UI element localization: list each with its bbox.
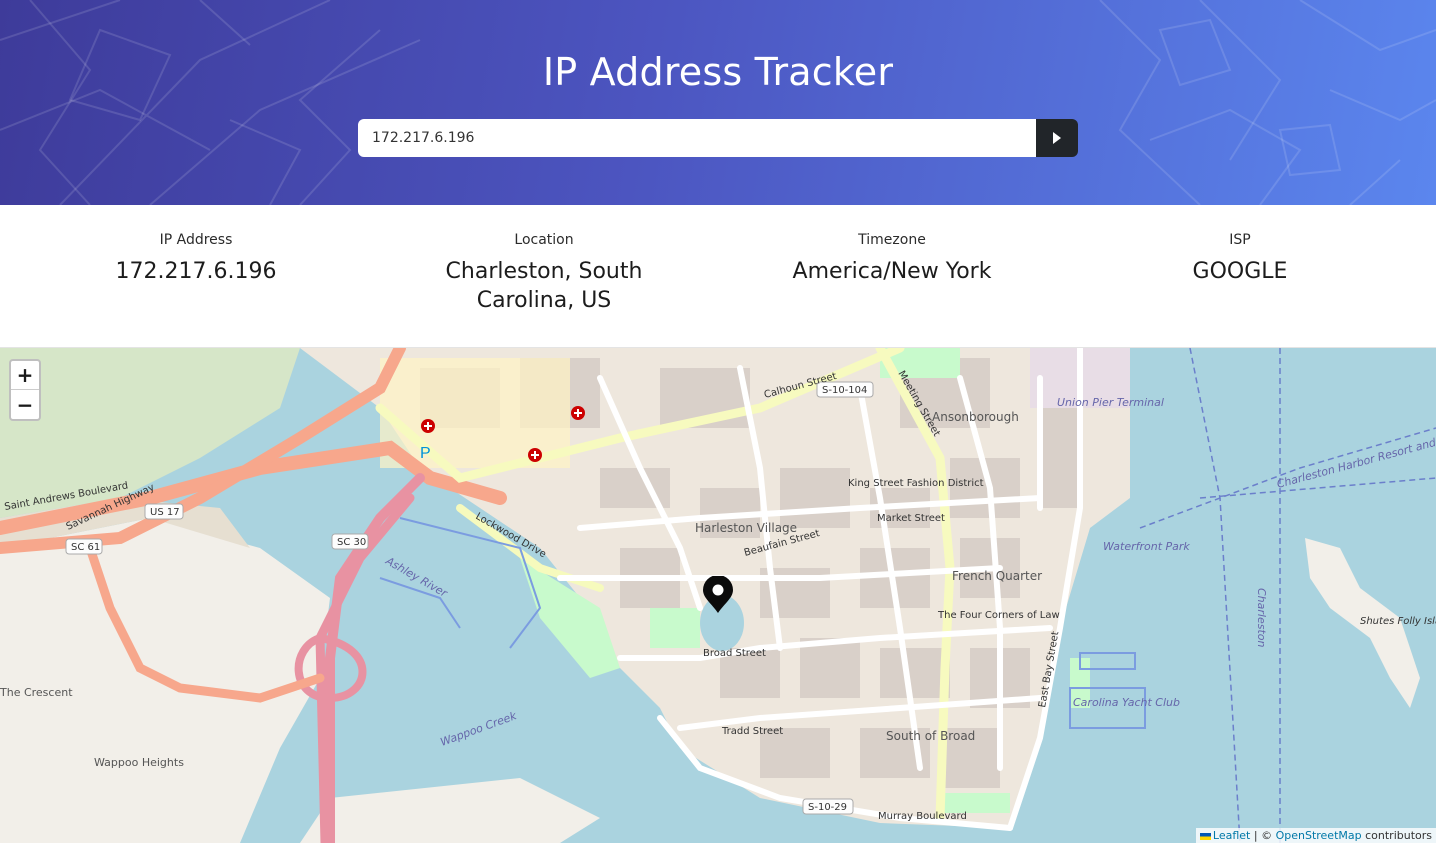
leaflet-link[interactable]: Leaflet <box>1213 829 1250 842</box>
osm-link[interactable]: OpenStreetMap <box>1276 829 1362 842</box>
timezone-info: Timezone America/New York <box>718 232 1066 286</box>
info-panel: IP Address 172.217.6.196 Location Charle… <box>0 205 1436 348</box>
ip-value: 172.217.6.196 <box>115 259 277 284</box>
map-label-us17: US 17 <box>150 507 180 518</box>
isp-label: ISP <box>1229 232 1251 248</box>
parking-icon: P <box>420 445 431 462</box>
map-label-tradd: Tradd Street <box>721 726 783 737</box>
page-title: IP Address Tracker <box>542 50 894 94</box>
map-label-broad-street: Broad Street <box>703 648 766 659</box>
header-banner: IP Address Tracker <box>0 0 1436 205</box>
location-info: Location Charleston, South Carolina, US <box>370 232 718 315</box>
isp-value: GOOGLE <box>1192 259 1288 284</box>
location-value: Charleston, South Carolina, US <box>445 259 643 313</box>
map-label-carolina-yacht: Carolina Yacht Club <box>1073 696 1180 709</box>
map-label-king-street: King Street Fashion District <box>848 478 984 489</box>
map-attribution: Leaflet | © OpenStreetMap contributors <box>1195 828 1436 843</box>
map-label-s10104: S-10-104 <box>822 385 867 396</box>
map-label-murray: Murray Boulevard <box>878 811 967 822</box>
header-pattern <box>0 0 1436 205</box>
map-label-wappoo-heights: Wappoo Heights <box>94 756 184 769</box>
search-bar <box>358 119 1078 157</box>
zoom-out-button[interactable]: − <box>11 390 39 419</box>
map-label-harleston: Harleston Village <box>695 521 797 535</box>
map-label-ansonborough: Ansonborough <box>932 410 1019 424</box>
map-label-sc30: SC 30 <box>337 537 366 548</box>
map-label-union-pier: Union Pier Terminal <box>1057 396 1164 409</box>
zoom-control: + − <box>9 359 41 421</box>
zoom-in-button[interactable]: + <box>11 361 39 390</box>
timezone-value: America/New York <box>792 259 992 284</box>
location-label: Location <box>514 232 574 248</box>
map-label-s1029: S-10-29 <box>808 802 847 813</box>
map-label-market-street: Market Street <box>877 513 945 524</box>
attribution-suffix: contributors <box>1361 829 1432 842</box>
map-label-charleston: Charleston <box>1255 588 1268 648</box>
map-label-sc61: SC 61 <box>71 542 100 553</box>
attribution-separator: | © <box>1250 829 1276 842</box>
ip-info: IP Address 172.217.6.196 <box>22 232 370 286</box>
map-label-shutes: Shutes Folly Island <box>1360 616 1436 627</box>
ukraine-flag-icon <box>1199 832 1211 840</box>
timezone-label: Timezone <box>858 232 926 248</box>
caret-right-icon <box>1053 132 1061 144</box>
map-view[interactable]: P US 17 SC 61 SC 30 S-10-104 S-10-29 Har… <box>0 348 1436 843</box>
map-label-south-of-broad: South of Broad <box>886 729 975 743</box>
ip-search-input[interactable] <box>358 119 1036 157</box>
map-label-french-quarter: French Quarter <box>952 569 1042 583</box>
map-pin-icon[interactable] <box>702 576 734 614</box>
map-label-four-corners: The Four Corners of Law <box>937 610 1060 621</box>
search-submit-button[interactable] <box>1036 119 1078 157</box>
isp-info: ISP GOOGLE <box>1066 232 1414 286</box>
map-label-the-crescent: The Crescent <box>0 686 73 699</box>
map-label-waterfront-park: Waterfront Park <box>1103 540 1190 553</box>
ip-label: IP Address <box>159 232 233 248</box>
